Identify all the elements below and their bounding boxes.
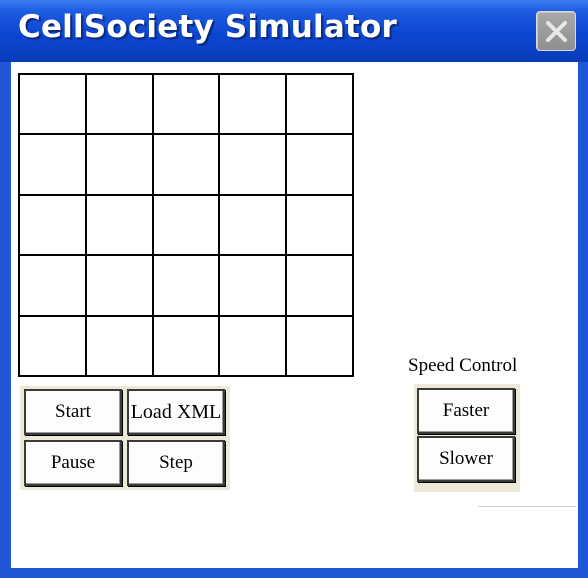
grid-cell[interactable] (153, 256, 221, 317)
grid-cell[interactable] (153, 75, 221, 136)
speed-control-label: Speed Control (408, 355, 518, 376)
simulation-controls-panel: Start Load XML Pause Step (20, 386, 230, 490)
step-button[interactable]: Step (127, 440, 225, 486)
grid-cell[interactable] (86, 195, 154, 257)
close-x-icon (546, 21, 567, 42)
grid-cell[interactable] (20, 256, 87, 317)
title-bar[interactable]: CellSociety Simulator (0, 0, 588, 62)
grid-cell[interactable] (287, 135, 354, 196)
grid-cell[interactable] (220, 256, 288, 317)
grid-cell[interactable] (220, 195, 288, 257)
close-button[interactable] (536, 11, 576, 51)
grid-cell[interactable] (86, 75, 154, 136)
speed-control-panel: Faster Slower (414, 384, 520, 492)
app-window: CellSociety Simulator Start Load XML Pau… (0, 0, 588, 578)
slower-button[interactable]: Slower (417, 436, 515, 482)
divider (478, 506, 576, 507)
grid-cell[interactable] (20, 195, 87, 257)
grid-cell[interactable] (220, 135, 288, 196)
grid-cell[interactable] (20, 75, 87, 136)
grid-cell[interactable] (287, 316, 354, 377)
grid-cell[interactable] (153, 135, 221, 196)
grid-cell[interactable] (287, 256, 354, 317)
grid-cell[interactable] (86, 135, 154, 196)
faster-button[interactable]: Faster (417, 388, 515, 434)
grid-cell[interactable] (86, 256, 154, 317)
grid-cell[interactable] (20, 135, 87, 196)
grid-cell[interactable] (220, 316, 288, 377)
grid-cell[interactable] (287, 195, 354, 257)
pause-button[interactable]: Pause (24, 440, 122, 486)
grid-cell[interactable] (153, 195, 221, 257)
grid-cell[interactable] (220, 75, 288, 136)
start-button[interactable]: Start (24, 389, 122, 435)
window-title: CellSociety Simulator (18, 9, 397, 45)
cell-grid (18, 73, 354, 377)
grid-cell[interactable] (20, 316, 87, 377)
grid-cell[interactable] (153, 316, 221, 377)
load-xml-button[interactable]: Load XML (127, 389, 225, 435)
grid-cell[interactable] (86, 316, 154, 377)
grid-cell[interactable] (287, 75, 354, 136)
